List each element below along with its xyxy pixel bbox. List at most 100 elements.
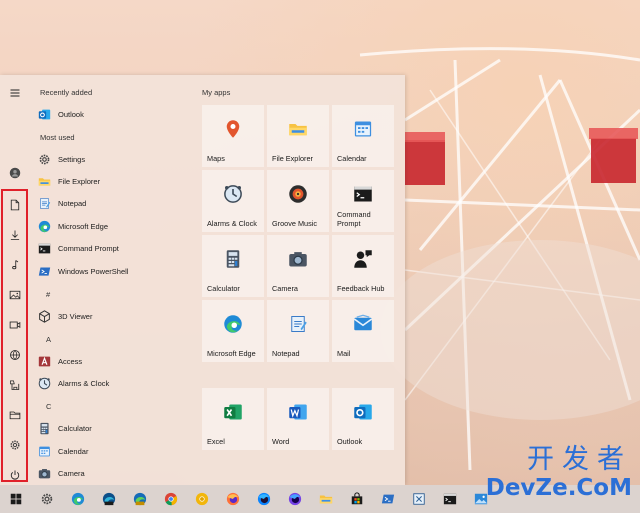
app-tile-label: Calculator: [207, 284, 240, 293]
app-list-item[interactable]: Notepad: [38, 193, 196, 213]
taskbar-folder-button[interactable]: [310, 485, 341, 513]
gear-button[interactable]: [5, 435, 25, 455]
taskbar-gear-button[interactable]: [31, 485, 62, 513]
app-list-item[interactable]: Command Prompt: [38, 238, 196, 258]
app-list-item-label: Command Prompt: [58, 243, 119, 253]
windows-start-icon: [9, 492, 23, 506]
app-list-item[interactable]: Calendar: [38, 441, 196, 461]
app-tile[interactable]: Camera: [267, 235, 329, 297]
camera-icon: [38, 467, 51, 480]
app-tile[interactable]: File Explorer: [267, 105, 329, 167]
app-list-item[interactable]: Calculator: [38, 418, 196, 438]
app-tile-label: File Explorer: [272, 154, 313, 163]
letter-hash[interactable]: #: [46, 290, 50, 299]
taskbar-store-button[interactable]: [341, 485, 372, 513]
app-list-item-label: File Explorer: [58, 176, 101, 186]
snipping-tool-icon: [412, 492, 426, 506]
download-button[interactable]: [5, 225, 25, 245]
hamburger-button[interactable]: [5, 83, 25, 103]
folder-icon: [38, 175, 51, 188]
taskbar-chrome-canary-button[interactable]: [186, 485, 217, 513]
taskbar-snipping-tool-button[interactable]: [403, 485, 434, 513]
taskbar-windows-start-button[interactable]: [0, 485, 31, 513]
powershell-icon: [38, 265, 51, 278]
taskbar-firefox-button[interactable]: [217, 485, 248, 513]
app-tile-label: Camera: [272, 284, 298, 293]
app-list-item-label: Alarms & Clock: [58, 378, 110, 388]
personal-folder-icon: [9, 379, 21, 391]
personal-folder-button[interactable]: [5, 375, 25, 395]
taskbar-terminal-button[interactable]: [434, 485, 465, 513]
network-button[interactable]: [5, 345, 25, 365]
map-pin-icon: [223, 119, 243, 139]
app-list-item-label: Camera: [58, 468, 85, 478]
download-icon: [9, 229, 21, 241]
app-tile[interactable]: Word: [267, 388, 329, 450]
app-tile[interactable]: Calculator: [202, 235, 264, 297]
app-tile[interactable]: Groove Music: [267, 170, 329, 232]
calculator-icon: [223, 249, 243, 269]
letter-a[interactable]: A: [46, 335, 51, 344]
edge-icon: [38, 220, 51, 233]
app-tile[interactable]: Feedback Hub: [332, 235, 394, 297]
pictures-button[interactable]: [5, 285, 25, 305]
app-list-item[interactable]: Alarms & Clock: [38, 373, 196, 393]
app-list-item-label: Access: [58, 356, 83, 366]
app-list-item[interactable]: Windows PowerShell: [38, 261, 196, 281]
app-tile[interactable]: Outlook: [332, 388, 394, 450]
outlook-icon: [38, 108, 51, 121]
terminal-icon: [38, 242, 51, 255]
user-avatar-button[interactable]: [5, 163, 25, 183]
app-list-item-label: Notepad: [58, 198, 87, 208]
letter-c[interactable]: C: [46, 402, 51, 411]
app-list-item[interactable]: Outlook: [38, 104, 196, 124]
calculator-icon: [38, 422, 51, 435]
music-note-button[interactable]: [5, 255, 25, 275]
app-list-item[interactable]: 3D Viewer: [38, 306, 196, 326]
app-tile[interactable]: Microsoft Edge: [202, 300, 264, 362]
folder-icon: [288, 119, 308, 139]
chrome-canary-icon: [195, 492, 209, 506]
chrome-icon: [164, 492, 178, 506]
feedback-icon: [353, 249, 373, 269]
taskbar-edge-button[interactable]: [62, 485, 93, 513]
videos-button[interactable]: [5, 315, 25, 335]
taskbar-edge-canary-button[interactable]: [124, 485, 155, 513]
app-list-item-label: Microsoft Edge: [58, 221, 109, 231]
firefox-dev-icon: [257, 492, 271, 506]
app-tile-label: Command Prompt: [337, 210, 371, 228]
tiles-area: My apps Maps File Explorer Calendar Alarms …: [202, 75, 402, 485]
taskbar-edge-dev-button[interactable]: [93, 485, 124, 513]
document-button[interactable]: [5, 195, 25, 215]
app-tile[interactable]: Maps: [202, 105, 264, 167]
videos-icon: [9, 319, 21, 331]
taskbar-firefox-dev-button[interactable]: [248, 485, 279, 513]
taskbar-powershell-button[interactable]: [372, 485, 403, 513]
app-list-item[interactable]: Microsoft Edge: [38, 216, 196, 236]
camera-icon: [288, 249, 308, 269]
app-tile[interactable]: Excel: [202, 388, 264, 450]
cube-icon: [38, 309, 51, 323]
taskbar-firefox-nightly-button[interactable]: [279, 485, 310, 513]
app-list-item[interactable]: Camera: [38, 463, 196, 483]
taskbar-chrome-button[interactable]: [155, 485, 186, 513]
app-tile[interactable]: Command Prompt: [332, 170, 394, 232]
app-tile[interactable]: Mail: [332, 300, 394, 362]
app-tile-label: Excel: [207, 437, 225, 446]
edge-dev-icon: [102, 492, 116, 506]
app-tile[interactable]: Notepad: [267, 300, 329, 362]
app-list-item-label: Outlook: [58, 109, 84, 119]
app-list: Recently added Most used # A C Outlook Se…: [34, 75, 199, 485]
app-tile-label: Outlook: [337, 437, 363, 446]
app-list-item-label: Calculator: [58, 423, 92, 433]
app-tile-label: Maps: [207, 154, 225, 163]
app-tile[interactable]: Calendar: [332, 105, 394, 167]
app-list-item[interactable]: Settings: [38, 149, 196, 169]
app-tile[interactable]: Alarms & Clock: [202, 170, 264, 232]
power-button[interactable]: [5, 465, 25, 485]
file-explorer-button[interactable]: [5, 405, 25, 425]
store-icon: [350, 492, 364, 506]
clock-icon: [38, 377, 51, 390]
app-list-item[interactable]: File Explorer: [38, 171, 196, 191]
app-list-item[interactable]: Access: [38, 351, 196, 371]
